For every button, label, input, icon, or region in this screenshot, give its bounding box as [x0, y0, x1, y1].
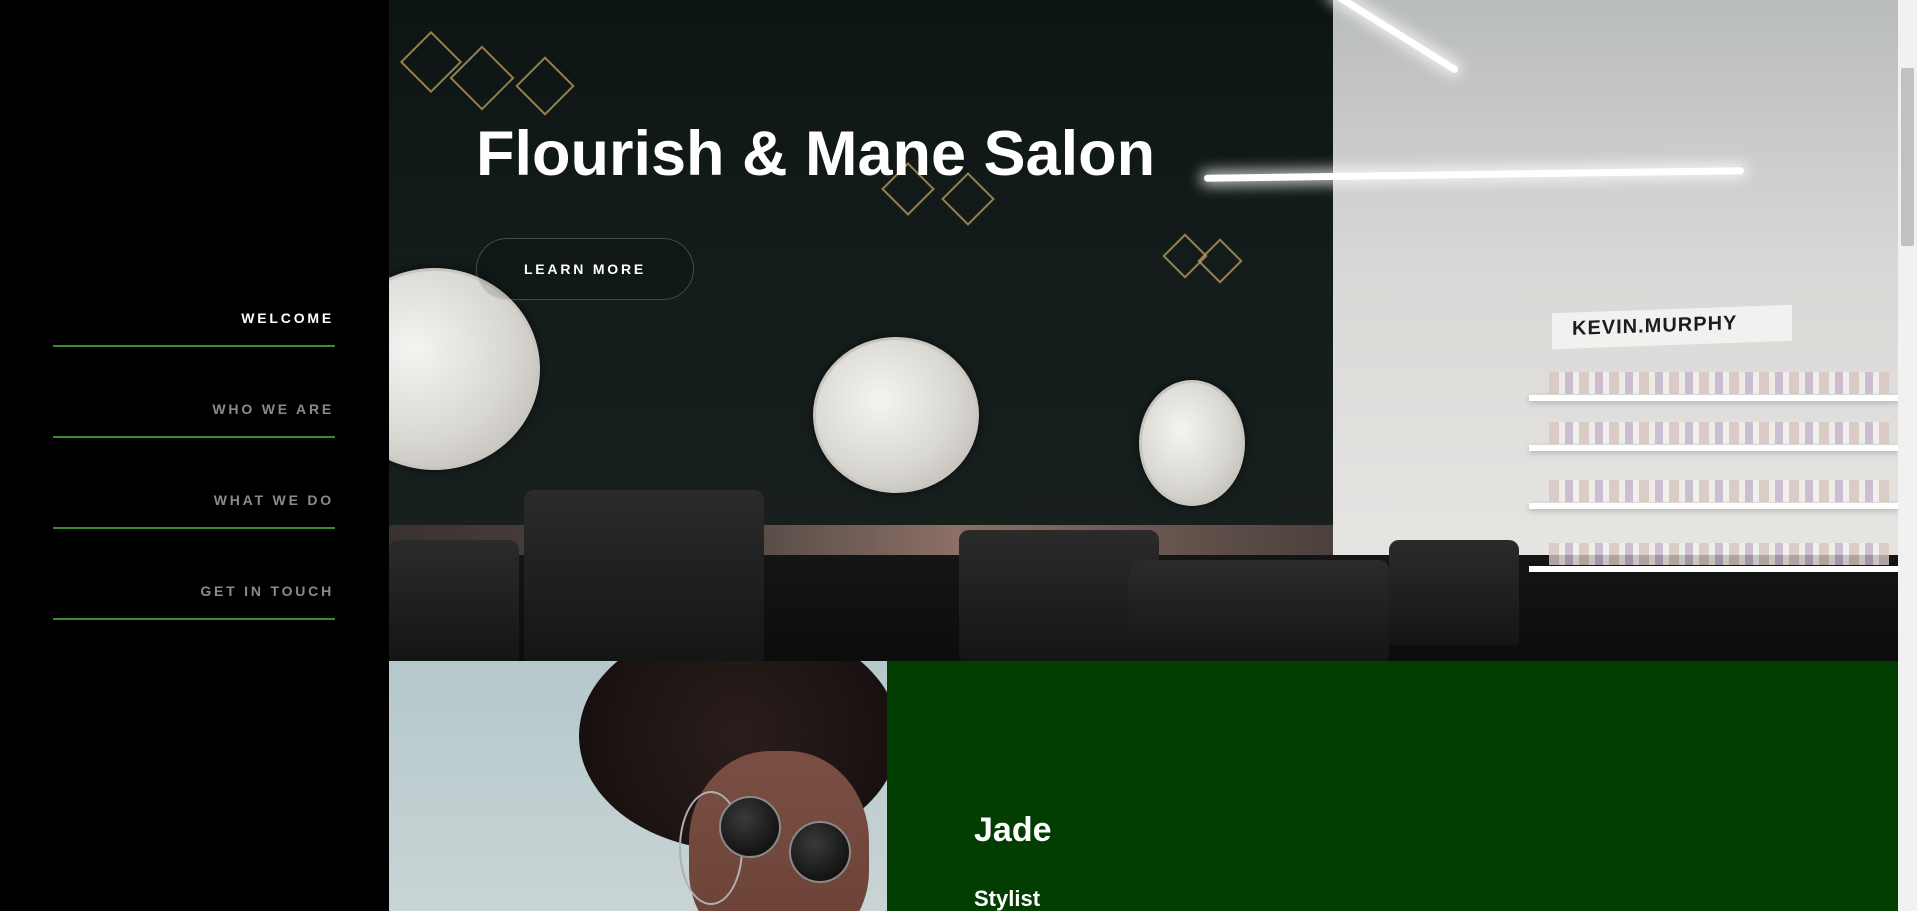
stylist-photo — [389, 661, 887, 911]
product-row — [1549, 422, 1889, 444]
product-row — [1549, 543, 1889, 565]
hero-title: Flourish & Mane Salon — [476, 119, 1156, 189]
page: WELCOME WHO WE ARE WHAT WE DO GET IN TOU… — [0, 0, 1917, 911]
vertical-scrollbar[interactable] — [1898, 0, 1917, 911]
nav-item-welcome[interactable]: WELCOME — [53, 282, 335, 373]
nav-item-label: WHAT WE DO — [213, 492, 334, 508]
product-row — [1549, 372, 1889, 394]
stylist-role: Stylist — [974, 886, 1041, 911]
stylist-name: Jade — [974, 811, 1052, 849]
sunglasses-lens — [789, 821, 851, 883]
nav-item-label: WHO WE ARE — [212, 401, 334, 417]
salon-chair — [1389, 540, 1519, 645]
hero-section: KEVIN.MURPHY Flourish & Mane Salon LEARN… — [389, 0, 1898, 661]
salon-chair — [524, 490, 764, 661]
product-shelf — [1529, 395, 1898, 401]
salon-chair — [389, 540, 519, 661]
stylist-profile-card: Jade Stylist — [887, 661, 1898, 911]
nav-divider — [53, 618, 335, 620]
mirror — [1139, 380, 1245, 506]
nav-item-what-we-do[interactable]: WHAT WE DO — [53, 464, 335, 555]
product-shelf — [1529, 566, 1898, 572]
nav-item-who-we-are[interactable]: WHO WE ARE — [53, 373, 335, 464]
nav-item-label: GET IN TOUCH — [200, 583, 334, 599]
scrollbar-thumb[interactable] — [1901, 68, 1914, 246]
sunglasses-lens — [719, 796, 781, 858]
product-shelf — [1529, 503, 1898, 509]
learn-more-button[interactable]: LEARN MORE — [476, 238, 694, 300]
nav-divider — [53, 436, 335, 438]
product-shelf — [1529, 445, 1898, 451]
product-row — [1549, 480, 1889, 502]
nav-item-get-in-touch[interactable]: GET IN TOUCH — [53, 555, 335, 646]
sidebar: WELCOME WHO WE ARE WHAT WE DO GET IN TOU… — [0, 0, 389, 911]
mirror — [813, 337, 979, 493]
nav-divider — [53, 527, 335, 529]
main-nav: WELCOME WHO WE ARE WHAT WE DO GET IN TOU… — [53, 282, 335, 646]
salon-chair — [1129, 560, 1389, 661]
nav-divider — [53, 345, 335, 347]
nav-item-label: WELCOME — [241, 310, 334, 326]
